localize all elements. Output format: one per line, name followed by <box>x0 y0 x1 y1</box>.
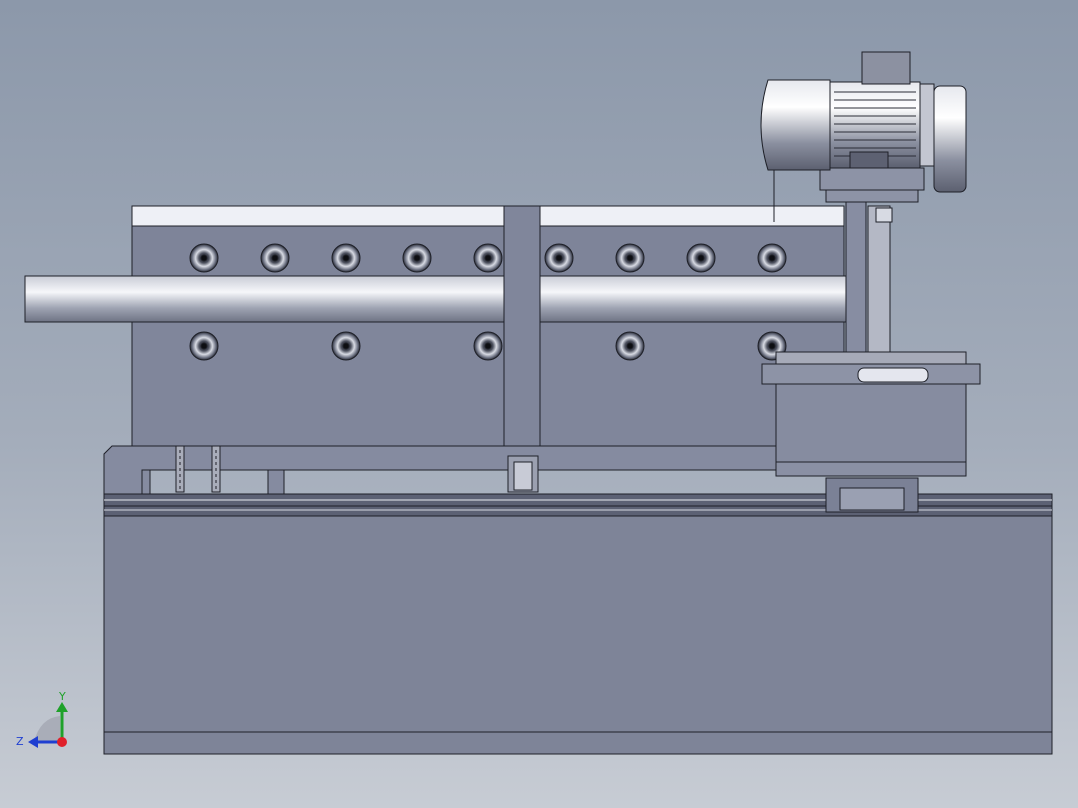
x-axis-icon <box>57 737 67 747</box>
z-arrow-icon <box>28 736 38 748</box>
roller-upper-5 <box>473 243 503 273</box>
workpiece-bar[interactable] <box>24 275 866 323</box>
gearbox[interactable] <box>761 351 981 513</box>
roller-upper-2 <box>260 243 290 273</box>
motor-mount <box>819 167 925 203</box>
roller-upper-7 <box>615 243 645 273</box>
y-arrow-icon <box>56 702 68 712</box>
roller-upper-4 <box>402 243 432 273</box>
motor-column[interactable] <box>845 195 893 355</box>
y-axis-label: Y <box>58 690 66 703</box>
roller-upper-3 <box>331 243 361 273</box>
roller-upper-8 <box>686 243 716 273</box>
roller-upper-6 <box>544 243 574 273</box>
z-axis-label: Z <box>16 735 24 748</box>
roller-lower-1 <box>189 331 219 361</box>
center-bracket <box>507 455 539 493</box>
cad-model-view[interactable]: Y Z <box>0 0 1078 808</box>
lower-support[interactable] <box>103 445 787 495</box>
roller-upper-1 <box>189 243 219 273</box>
coordinate-triad[interactable]: Y Z <box>16 690 68 748</box>
roller-lower-2 <box>331 331 361 361</box>
roller-lower-3 <box>473 331 503 361</box>
roller-upper-9 <box>757 243 787 273</box>
upper-rollers <box>189 243 787 273</box>
roller-lower-4 <box>615 331 645 361</box>
graphics-viewport[interactable]: Y Z <box>0 0 1078 808</box>
base-frame[interactable] <box>103 493 1053 755</box>
divider-post <box>503 205 541 447</box>
